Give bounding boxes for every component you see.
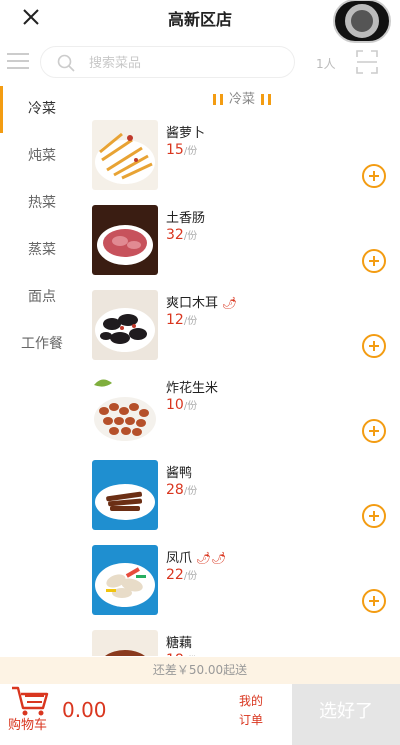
search-row: 1人 xyxy=(0,40,400,84)
people-count[interactable]: 1人 xyxy=(316,55,336,72)
bottom-bar: 购物车 0.00 我的订单 选好了 xyxy=(0,684,400,745)
search-icon xyxy=(57,54,75,72)
cart-total: 0.00 xyxy=(62,698,107,722)
section-title: 冷菜 xyxy=(228,92,255,107)
dish-name: 土香肠 xyxy=(166,211,206,226)
add-dish-button[interactable] xyxy=(362,334,386,358)
dish-item[interactable]: 酱鸭 28/份 xyxy=(84,456,400,541)
category-item-set-meal[interactable]: 工作餐 xyxy=(0,321,84,368)
search-input[interactable] xyxy=(89,51,279,75)
submit-button[interactable]: 选好了 xyxy=(292,684,400,745)
dish-item[interactable]: 酱萝卜 15/份 xyxy=(84,116,400,201)
dish-image xyxy=(92,290,158,360)
my-order-link[interactable]: 我的订单 xyxy=(236,692,266,730)
dish-name: 糖藕 xyxy=(166,636,193,651)
menu-icon[interactable] xyxy=(7,53,29,71)
dish-image xyxy=(92,120,158,190)
cart-label[interactable]: 购物车 xyxy=(8,714,47,733)
chili-icon: 🌶 xyxy=(222,296,238,310)
dish-list: 冷菜 酱萝卜 15/份 土香肠 32/份 爽口木耳 🌶 12/份 炸花生米 10… xyxy=(84,86,400,656)
dish-price: 18/份 xyxy=(166,652,197,656)
dish-item[interactable]: 糖藕 18/份 xyxy=(84,626,400,656)
dish-name: 酱萝卜 xyxy=(166,126,206,141)
dish-image xyxy=(92,375,158,445)
dish-price: 10/份 xyxy=(166,397,198,413)
chili-icon: 🌶🌶 xyxy=(196,551,227,565)
add-dish-button[interactable] xyxy=(362,164,386,188)
dish-price: 32/份 xyxy=(166,227,198,243)
category-item-cold[interactable]: 冷菜 xyxy=(0,86,84,133)
floating-button-ring xyxy=(345,4,379,38)
dish-name: 酱鸭 xyxy=(166,466,193,481)
section-header: 冷菜 xyxy=(84,86,400,116)
category-item-pastry[interactable]: 面点 xyxy=(0,274,84,321)
dish-price: 28/份 xyxy=(166,482,198,498)
add-dish-button[interactable] xyxy=(362,589,386,613)
dish-item[interactable]: 凤爪 🌶🌶 22/份 xyxy=(84,541,400,626)
category-sidebar: 冷菜 炖菜 热菜 蒸菜 面点 工作餐 xyxy=(0,86,84,656)
add-dish-button[interactable] xyxy=(362,504,386,528)
category-item-hot[interactable]: 热菜 xyxy=(0,180,84,227)
search-box[interactable] xyxy=(40,46,295,78)
dish-item[interactable]: 土香肠 32/份 xyxy=(84,201,400,286)
dish-image xyxy=(92,630,158,656)
app: 高新区店 1人 冷菜 炖菜 热菜 蒸菜 面点 工作餐 xyxy=(0,0,400,745)
dish-image xyxy=(92,545,158,615)
header: 高新区店 xyxy=(0,0,400,43)
dish-image xyxy=(92,205,158,275)
category-item-steamed[interactable]: 蒸菜 xyxy=(0,227,84,274)
dish-price: 15/份 xyxy=(166,142,198,158)
add-dish-button[interactable] xyxy=(362,419,386,443)
dish-price: 22/份 xyxy=(166,567,198,583)
minimum-order-hint: 还差￥50.00起送 xyxy=(0,657,400,684)
dish-image xyxy=(92,460,158,530)
scan-icon[interactable] xyxy=(356,50,378,74)
add-dish-button[interactable] xyxy=(362,249,386,273)
floating-assistive-button[interactable] xyxy=(333,0,391,43)
dish-name: 炸花生米 xyxy=(166,381,219,396)
category-item-stew[interactable]: 炖菜 xyxy=(0,133,84,180)
dish-name: 凤爪 🌶🌶 xyxy=(166,551,227,566)
dish-name: 爽口木耳 🌶 xyxy=(166,296,238,311)
dish-price: 12/份 xyxy=(166,312,198,328)
dish-item[interactable]: 炸花生米 10/份 xyxy=(84,371,400,456)
dish-item[interactable]: 爽口木耳 🌶 12/份 xyxy=(84,286,400,371)
